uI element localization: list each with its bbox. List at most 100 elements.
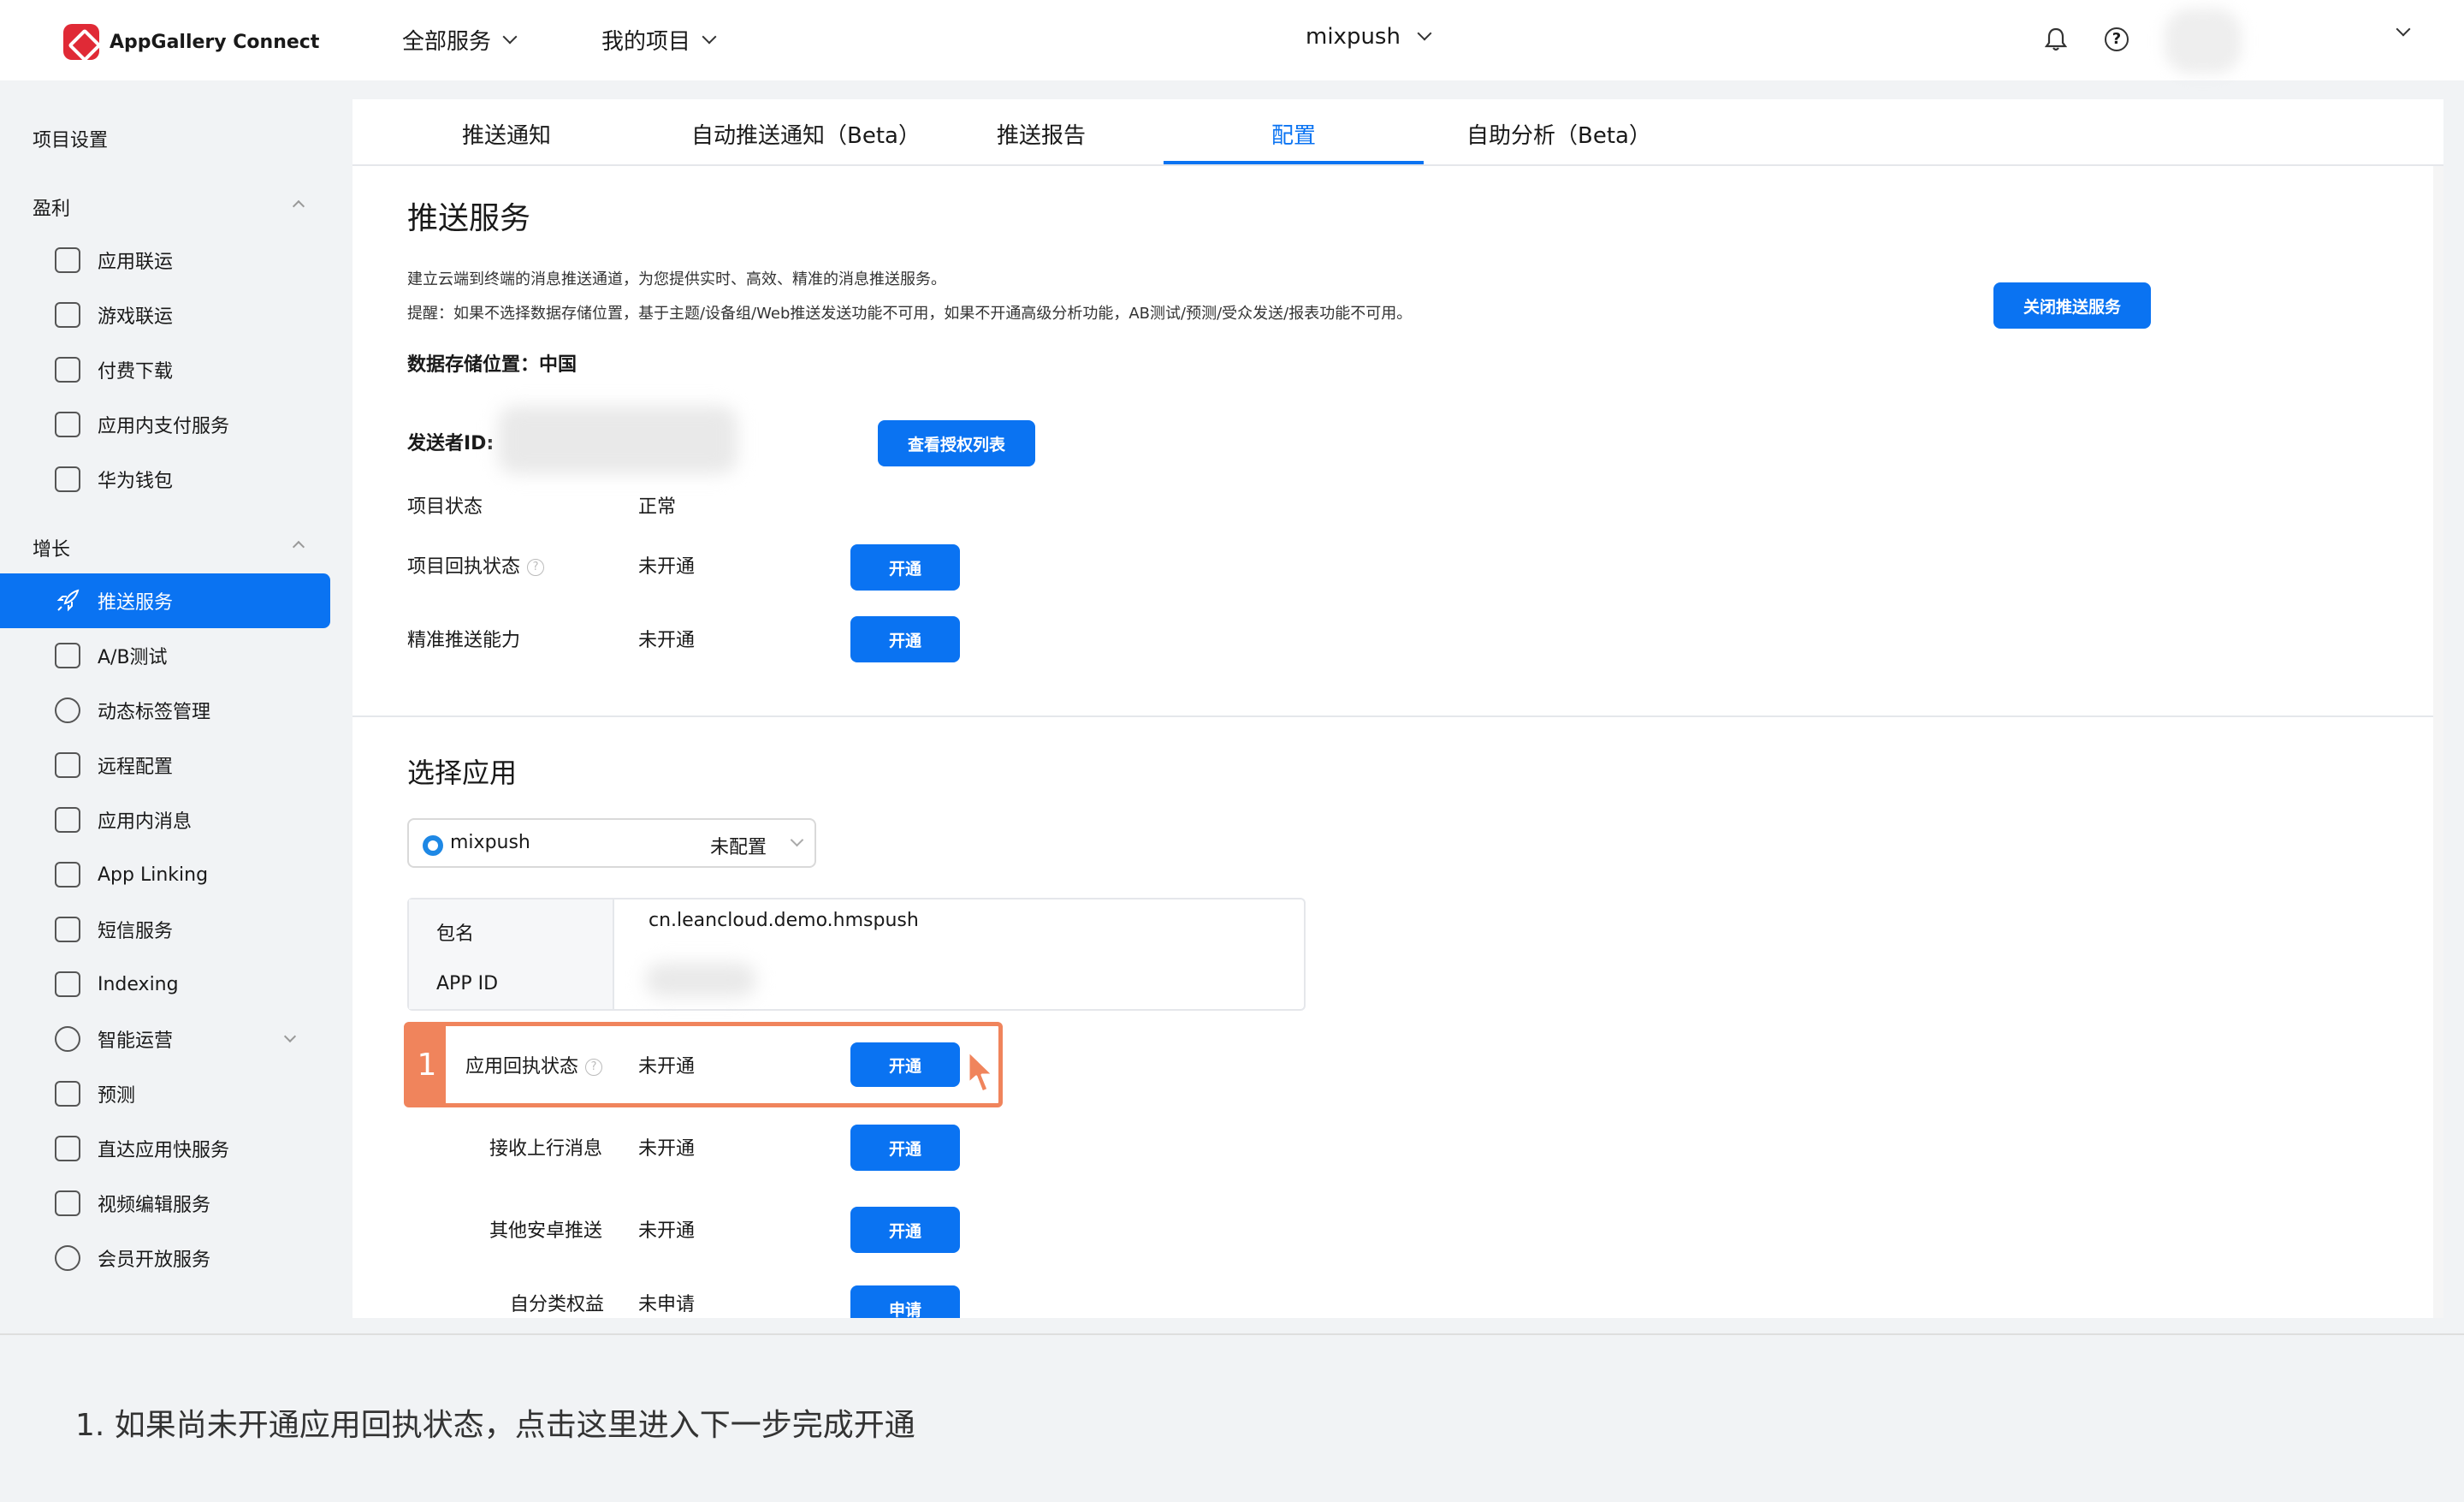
tag-icon bbox=[55, 698, 80, 723]
help-icon[interactable]: ? bbox=[2105, 27, 2129, 51]
active-tab-indicator bbox=[1164, 161, 1424, 164]
tab-push-notification[interactable]: 推送通知 bbox=[438, 118, 575, 150]
app-logo[interactable]: AppGallery Connect bbox=[63, 24, 319, 60]
package-name-label: 包名 bbox=[436, 923, 475, 945]
project-receipt-text: 项目回执状态 bbox=[407, 556, 521, 578]
my-projects-menu[interactable]: 我的项目 bbox=[601, 24, 717, 56]
enable-other-android-push-button[interactable]: 开通 bbox=[850, 1207, 960, 1253]
tab-auto-push[interactable]: 自动推送通知（Beta） bbox=[635, 118, 977, 150]
sidebar-item-paid-download[interactable]: 付费下载 bbox=[0, 342, 330, 397]
sidebar-item-label: 动态标签管理 bbox=[98, 702, 211, 723]
sidebar-item-app-operation[interactable]: 应用联运 bbox=[0, 233, 330, 288]
sidebar-item-video-edit[interactable]: 视频编辑服务 bbox=[0, 1176, 330, 1231]
sidebar-item-tag-management[interactable]: 动态标签管理 bbox=[0, 683, 330, 738]
view-auth-list-button[interactable]: 查看授权列表 bbox=[878, 420, 1035, 466]
remote-config-icon bbox=[55, 752, 80, 778]
project-selector[interactable]: mixpush bbox=[1306, 24, 1432, 50]
selected-app-name: mixpush bbox=[450, 832, 530, 853]
user-menu-chevron-icon[interactable] bbox=[2396, 21, 2411, 37]
sidebar-item-ab-test[interactable]: A/B测试 bbox=[0, 628, 330, 683]
sender-id-label: 发送者ID: bbox=[407, 433, 495, 454]
huawei-logo-icon bbox=[63, 24, 99, 60]
sidebar-item-app-linking[interactable]: App Linking bbox=[0, 847, 330, 902]
selected-app-status: 未配置 bbox=[710, 837, 767, 858]
sidebar-item-label: 华为钱包 bbox=[98, 471, 174, 492]
my-projects-label: 我的项目 bbox=[601, 29, 691, 55]
package-name-value: cn.leancloud.demo.hmspush bbox=[649, 910, 919, 931]
sidebar-item-prediction[interactable]: 预测 bbox=[0, 1066, 330, 1121]
upstream-message-value: 未开通 bbox=[638, 1138, 696, 1160]
upstream-message-label: 接收上行消息 bbox=[489, 1138, 603, 1160]
notification-bell-icon[interactable] bbox=[2045, 27, 2067, 51]
sidebar-group-monetize[interactable]: 盈利 bbox=[33, 193, 305, 221]
sidebar-item-label: App Linking bbox=[98, 864, 209, 886]
step-number-badge: 1 bbox=[408, 1026, 446, 1103]
tab-config[interactable]: 配置 bbox=[1164, 118, 1424, 150]
video-edit-icon bbox=[55, 1190, 80, 1216]
app-id-value-redacted bbox=[645, 963, 756, 997]
sidebar-item-member-service[interactable]: 会员开放服务 bbox=[0, 1231, 330, 1285]
enable-app-receipt-button[interactable]: 开通 bbox=[850, 1042, 960, 1087]
in-app-message-icon bbox=[55, 807, 80, 833]
chevron-up-icon bbox=[292, 199, 305, 213]
chevron-down-icon bbox=[1417, 26, 1432, 41]
app-select-dropdown[interactable]: mixpush 未配置 bbox=[407, 818, 816, 868]
all-services-label: 全部服务 bbox=[402, 29, 492, 55]
sidebar-item-label: 应用内支付服务 bbox=[98, 416, 230, 437]
app-id-label: APP ID bbox=[436, 973, 499, 994]
chevron-down-icon bbox=[790, 833, 804, 847]
sidebar-item-label: 智能运营 bbox=[98, 1030, 174, 1052]
question-mark-icon[interactable]: ? bbox=[585, 1059, 603, 1076]
close-push-service-button[interactable]: 关闭推送服务 bbox=[1993, 282, 2151, 329]
storage-location: 数据存储位置：中国 bbox=[407, 354, 578, 376]
tab-self-analysis[interactable]: 自助分析（Beta） bbox=[1422, 118, 1696, 150]
sidebar-item-indexing[interactable]: Indexing bbox=[0, 957, 330, 1012]
sidebar-item-label: 应用联运 bbox=[98, 252, 174, 273]
chevron-down-icon bbox=[702, 29, 717, 44]
sidebar-item-label: 短信服务 bbox=[98, 921, 174, 942]
enable-project-receipt-button[interactable]: 开通 bbox=[850, 544, 960, 591]
other-android-push-label: 其他安卓推送 bbox=[489, 1220, 603, 1242]
sidebar-item-smart-operation[interactable]: 智能运营 bbox=[0, 1012, 330, 1066]
sidebar-item-label: 付费下载 bbox=[98, 361, 174, 383]
sidebar-project-settings[interactable]: 项目设置 bbox=[33, 125, 108, 152]
section-divider bbox=[352, 715, 2433, 717]
sidebar-item-push-service[interactable]: 推送服务 bbox=[0, 573, 330, 628]
sender-id-value-redacted bbox=[498, 406, 737, 474]
sidebar: 项目设置 盈利 应用联运 游戏联运 付费下载 应用内支付服务 华为钱包 增长 推… bbox=[0, 80, 352, 1333]
sidebar-item-in-app-message[interactable]: 应用内消息 bbox=[0, 793, 330, 847]
project-status-value: 正常 bbox=[638, 496, 677, 518]
sidebar-group-growth[interactable]: 增长 bbox=[33, 534, 305, 561]
app-receipt-label: 应用回执状态? bbox=[465, 1051, 603, 1078]
sidebar-item-label: 会员开放服务 bbox=[98, 1250, 211, 1271]
sidebar-item-in-app-payment[interactable]: 应用内支付服务 bbox=[0, 397, 330, 452]
sms-icon bbox=[55, 917, 80, 942]
game-operation-icon bbox=[55, 302, 80, 328]
app-icon bbox=[423, 835, 443, 856]
self-classification-value: 未申请 bbox=[638, 1294, 696, 1315]
sidebar-item-quick-service[interactable]: 直达应用快服务 bbox=[0, 1121, 330, 1176]
enable-precise-push-button[interactable]: 开通 bbox=[850, 616, 960, 662]
member-icon bbox=[55, 1245, 80, 1271]
question-mark-icon[interactable]: ? bbox=[527, 559, 545, 576]
sidebar-item-label: 应用内消息 bbox=[98, 811, 192, 833]
chevron-down-icon bbox=[283, 1030, 297, 1043]
group-monetize-label: 盈利 bbox=[33, 199, 71, 220]
all-services-menu[interactable]: 全部服务 bbox=[402, 24, 518, 56]
avatar[interactable] bbox=[2165, 9, 2242, 74]
sidebar-item-label: 视频编辑服务 bbox=[98, 1195, 211, 1216]
enable-upstream-message-button[interactable]: 开通 bbox=[850, 1125, 960, 1171]
apply-self-classification-button[interactable]: 申请 bbox=[850, 1285, 960, 1318]
push-service-description: 建立云端到终端的消息推送通道，为您提供实时、高效、精准的消息推送服务。 bbox=[407, 270, 946, 288]
push-service-tip: 提醒：如果不选择数据存储位置，基于主题/设备组/Web推送发送功能不可用，如果不… bbox=[407, 305, 1413, 323]
sidebar-item-sms[interactable]: 短信服务 bbox=[0, 902, 330, 957]
project-name: mixpush bbox=[1306, 24, 1401, 50]
sidebar-item-wallet[interactable]: 华为钱包 bbox=[0, 452, 330, 507]
sidebar-item-game-operation[interactable]: 游戏联运 bbox=[0, 288, 330, 342]
sidebar-item-remote-config[interactable]: 远程配置 bbox=[0, 738, 330, 793]
tab-push-report[interactable]: 推送报告 bbox=[968, 118, 1114, 150]
top-header: AppGallery Connect 全部服务 我的项目 mixpush ? bbox=[0, 0, 2464, 80]
mouse-cursor-icon bbox=[967, 1049, 995, 1094]
app-receipt-text: 应用回执状态 bbox=[465, 1056, 579, 1078]
scrollbar[interactable] bbox=[2433, 166, 2443, 1318]
